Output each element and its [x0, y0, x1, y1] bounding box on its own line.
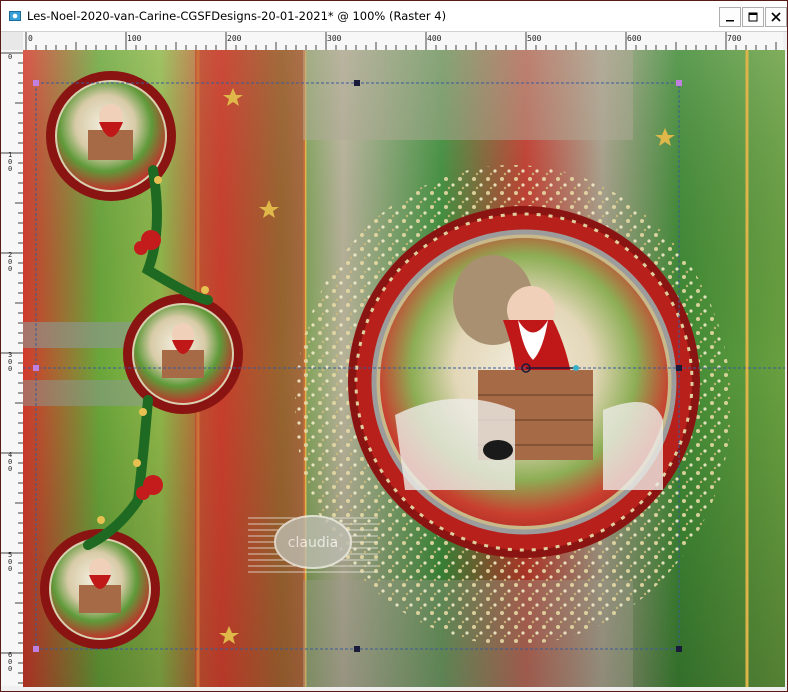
vruler-label-500: 500	[8, 551, 13, 573]
santa-ornament-small-bottom	[40, 529, 160, 649]
ruler-label-500: 500	[527, 34, 542, 43]
santa-ornament-small-middle	[123, 294, 243, 414]
maximize-icon	[748, 12, 758, 22]
psp-document-icon	[9, 11, 21, 21]
santa-ornament-large	[348, 206, 700, 558]
vruler-label-400: 400	[8, 451, 13, 473]
ruler-label-400: 400	[427, 34, 442, 43]
title-bar[interactable]: Les-Noel-2020-van-Carine-CGSFDesigns-20-…	[1, 1, 787, 32]
christmas-artwork: claudia	[23, 50, 785, 687]
vertical-ruler[interactable]: 0 100 200 300 400 500 600	[1, 50, 24, 686]
close-button[interactable]	[765, 7, 787, 27]
minimize-icon	[726, 20, 734, 22]
vruler-label-200: 200	[8, 251, 13, 273]
ruler-label-600: 600	[627, 34, 642, 43]
psp-document-window: Les-Noel-2020-van-Carine-CGSFDesigns-20-…	[0, 0, 788, 692]
vruler-label-100: 100	[8, 151, 13, 173]
ruler-label-300: 300	[327, 34, 342, 43]
vruler-label-0: 0	[8, 53, 13, 61]
watermark-text: claudia	[288, 535, 338, 551]
minimize-button[interactable]	[719, 7, 741, 27]
ruler-label-100: 100	[127, 34, 142, 43]
image-canvas[interactable]: claudia	[23, 50, 785, 687]
close-icon	[771, 12, 781, 22]
vruler-label-300: 300	[8, 351, 13, 373]
horizontal-ruler[interactable]: 0 100 200 300 400 500 600 700	[23, 32, 783, 51]
vruler-label-600: 600	[8, 651, 13, 673]
maximize-button[interactable]	[742, 7, 764, 27]
ruler-label-200: 200	[227, 34, 242, 43]
ruler-corner	[1, 32, 24, 51]
ruler-label-700: 700	[727, 34, 742, 43]
window-title: Les-Noel-2020-van-Carine-CGSFDesigns-20-…	[27, 9, 447, 23]
ruler-label-0: 0	[28, 34, 33, 43]
